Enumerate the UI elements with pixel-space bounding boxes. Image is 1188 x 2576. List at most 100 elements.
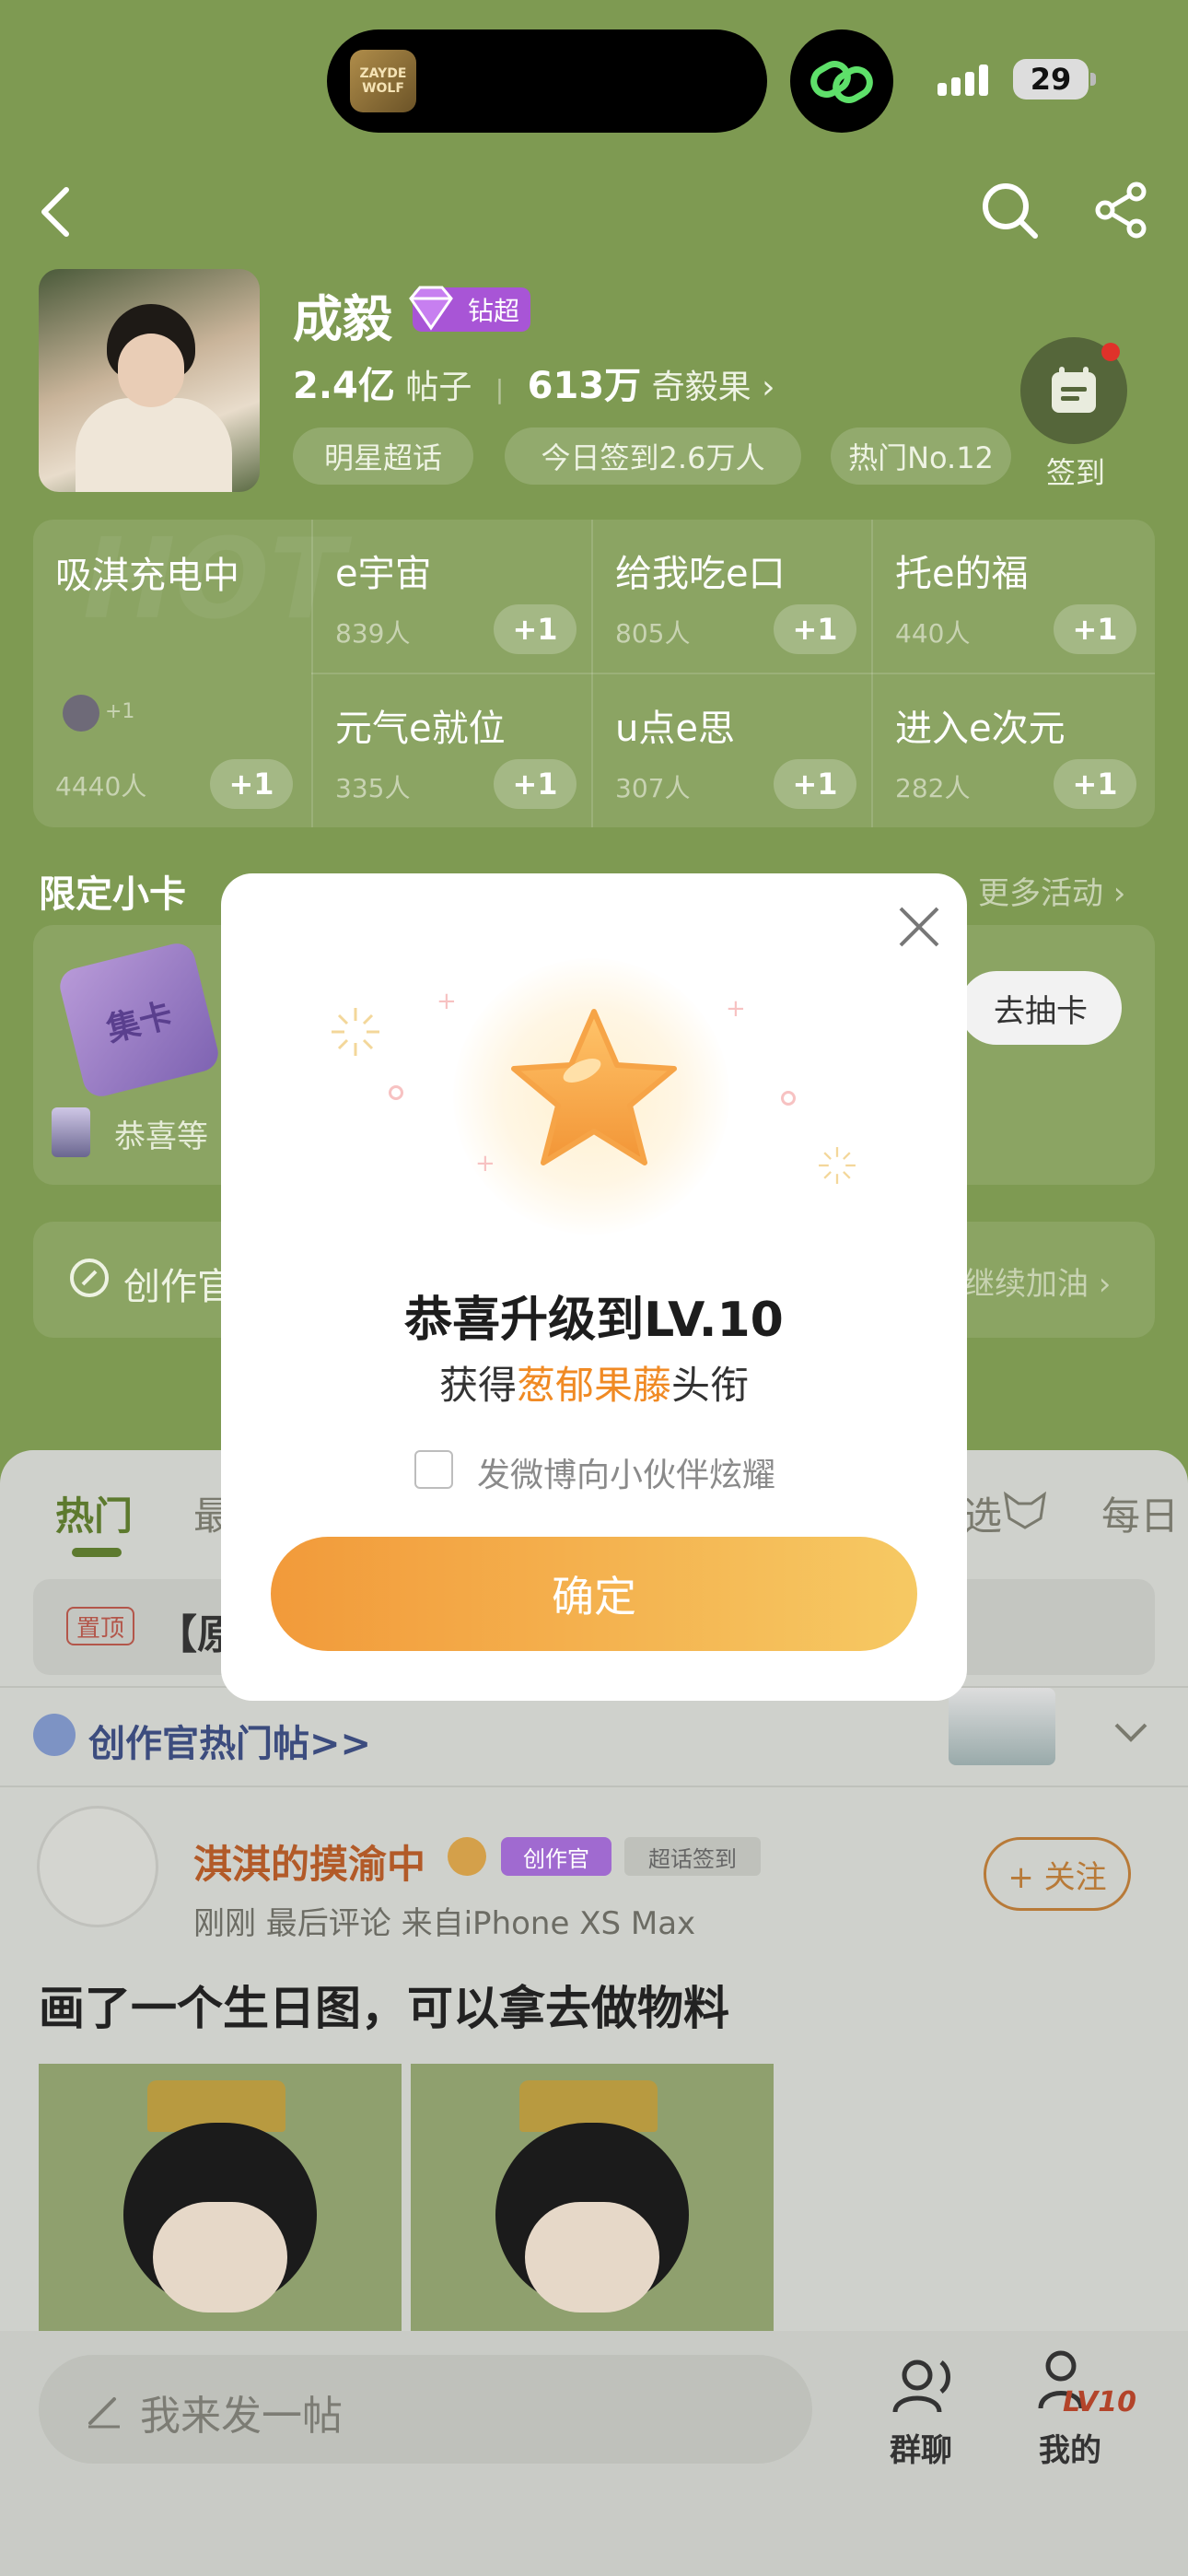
calendar-icon bbox=[1052, 367, 1096, 413]
pencil-icon bbox=[83, 2390, 123, 2434]
tag-signin-count[interactable]: 今日签到2.6万人 bbox=[505, 427, 801, 485]
search-icon[interactable] bbox=[976, 177, 1042, 243]
card-winner-thumb bbox=[52, 1107, 90, 1157]
signin-badge: 超话签到 bbox=[624, 1837, 761, 1876]
share-weibo-label[interactable]: 发微博向小伙伴炫耀 bbox=[477, 1448, 775, 1496]
share-weibo-checkbox[interactable] bbox=[414, 1450, 453, 1489]
fruits-count: 613万 bbox=[527, 365, 642, 407]
battery-indicator: 29 bbox=[1013, 59, 1089, 100]
tag-star-topic[interactable]: 明星超话 bbox=[293, 427, 473, 485]
group-title: e宇宙 bbox=[335, 553, 432, 595]
sparkle-plus-icon: + bbox=[437, 988, 457, 1015]
subtitle-suffix: 头衔 bbox=[671, 1363, 750, 1408]
join-plus-button[interactable]: +1 bbox=[494, 759, 577, 809]
group-chat-label[interactable]: 群聊 bbox=[890, 2425, 952, 2470]
member-avatar bbox=[63, 695, 99, 732]
sparkle-dot-icon bbox=[781, 1091, 796, 1106]
posts-label: 帖子 bbox=[405, 369, 472, 406]
sparkle-icon bbox=[816, 1144, 858, 1190]
join-plus-button[interactable]: +1 bbox=[1054, 604, 1136, 654]
creator-hot-icon bbox=[33, 1714, 76, 1756]
post-meta: 刚刚 最后评论 来自iPhone XS Max bbox=[193, 1905, 696, 1942]
join-plus-button[interactable]: +1 bbox=[210, 759, 293, 809]
now-playing-app-icon[interactable]: ZAYDE WOLF bbox=[350, 50, 416, 112]
celebrity-avatar[interactable] bbox=[39, 269, 260, 492]
group-cell[interactable]: 进入e次元 282人 +1 bbox=[873, 674, 1155, 827]
title-reward: 葱郁果藤 bbox=[516, 1363, 671, 1408]
join-plus-button[interactable]: +1 bbox=[774, 604, 856, 654]
share-icon[interactable] bbox=[1089, 177, 1155, 243]
join-plus-button[interactable]: +1 bbox=[494, 604, 577, 654]
chevron-down-icon[interactable] bbox=[1112, 1721, 1149, 1747]
post-image[interactable] bbox=[39, 2064, 402, 2336]
group-count: 335人 bbox=[335, 773, 411, 803]
group-cell[interactable]: 托e的福 440人 +1 bbox=[873, 520, 1155, 673]
group-count: 4440人 bbox=[55, 771, 147, 802]
confirm-button[interactable]: 确定 bbox=[271, 1537, 917, 1651]
group-cell[interactable]: e宇宙 839人 +1 bbox=[313, 520, 591, 673]
more-activities-link[interactable]: 更多活动 › bbox=[978, 868, 1125, 913]
post-title[interactable]: 画了一个生日图，可以拿去做物料 bbox=[39, 1972, 729, 2038]
fruits-link[interactable]: 奇毅果 › bbox=[652, 369, 775, 406]
creator-label: 创作官 bbox=[123, 1266, 234, 1308]
group-title: 托e的福 bbox=[895, 553, 1029, 595]
posts-count: 2.4亿 bbox=[293, 365, 395, 407]
pinned-tag: 置顶 bbox=[66, 1607, 134, 1645]
tag-hot-rank[interactable]: 热门No.12 bbox=[831, 427, 1011, 485]
draw-card-button[interactable]: 去抽卡 bbox=[960, 971, 1122, 1045]
section-divider bbox=[0, 1786, 1188, 1787]
back-arrow-icon[interactable] bbox=[28, 184, 83, 240]
group-count: 839人 bbox=[335, 618, 411, 649]
fox-icon bbox=[1002, 1491, 1048, 1535]
group-cell[interactable]: 给我吃e口 805人 +1 bbox=[593, 520, 871, 673]
mine-label[interactable]: 我的 bbox=[1039, 2425, 1101, 2470]
stats-divider: | bbox=[495, 374, 505, 404]
creator-hot-posts-link[interactable]: 创作官热门帖>> bbox=[88, 1714, 371, 1767]
group-count: 282人 bbox=[895, 773, 971, 803]
group-chat-icon[interactable] bbox=[890, 2353, 960, 2423]
tab-selected[interactable]: 选 bbox=[963, 1485, 1002, 1541]
join-plus-button[interactable]: +1 bbox=[1054, 759, 1136, 809]
group-count: 440人 bbox=[895, 618, 971, 649]
join-plus-button[interactable]: +1 bbox=[774, 759, 856, 809]
dialog-title: 恭喜升级到LV.10 bbox=[404, 1293, 784, 1348]
group-title: 进入e次元 bbox=[895, 708, 1066, 750]
follow-button[interactable]: + 关注 bbox=[984, 1837, 1131, 1911]
poster-name[interactable]: 淇淇的摸渝中 bbox=[193, 1833, 425, 1890]
creator-pen-icon bbox=[68, 1257, 111, 1303]
sparkle-icon bbox=[328, 1004, 383, 1063]
diamond-badge[interactable]: 钻超 bbox=[409, 286, 530, 332]
sparkle-plus-icon: + bbox=[726, 995, 746, 1023]
compose-placeholder: 我来发一帖 bbox=[140, 2393, 343, 2440]
card-winner-text: 恭喜等 bbox=[114, 1118, 208, 1155]
poster-avatar[interactable] bbox=[37, 1806, 158, 1927]
post-image[interactable] bbox=[411, 2064, 774, 2336]
group-count: 805人 bbox=[615, 618, 691, 649]
group-cell[interactable]: 元气e就位 335人 +1 bbox=[313, 674, 591, 827]
active-tab-indicator bbox=[72, 1548, 122, 1557]
link-icon[interactable] bbox=[790, 29, 893, 133]
group-title: 吸淇充电中 bbox=[55, 555, 239, 597]
collect-card-glyph: 集卡 bbox=[102, 996, 177, 1050]
close-icon[interactable] bbox=[893, 901, 945, 953]
creator-continue-link[interactable]: 继续加油 › bbox=[963, 1259, 1111, 1304]
topic-stats: 2.4亿 帖子 | 613万 奇毅果 › bbox=[293, 356, 775, 409]
sparkle-dot-icon bbox=[389, 1085, 403, 1100]
diamond-icon bbox=[409, 286, 453, 331]
topic-name: 成毅 bbox=[293, 290, 392, 348]
dialog-subtitle: 获得葱郁果藤头衔 bbox=[221, 1354, 967, 1411]
group-cell-hero[interactable]: 吸淇充电中 +1 4440人 +1 bbox=[33, 520, 311, 827]
group-count: 307人 bbox=[615, 773, 691, 803]
hot-post-thumbnail bbox=[949, 1688, 1055, 1765]
tab-daily[interactable]: 每日 bbox=[1101, 1485, 1179, 1541]
signin-label: 签到 bbox=[1046, 455, 1106, 490]
signal-icon bbox=[938, 63, 998, 103]
star-icon bbox=[507, 1004, 681, 1177]
signin-notification-dot bbox=[1101, 343, 1120, 361]
sparkle-plus-icon: + bbox=[475, 1150, 495, 1177]
subtitle-prefix: 获得 bbox=[438, 1363, 517, 1408]
group-cell[interactable]: u点e思 307人 +1 bbox=[593, 674, 871, 827]
tab-hot[interactable]: 热门 bbox=[55, 1485, 133, 1541]
member-plus: +1 bbox=[105, 700, 135, 723]
group-title: 元气e就位 bbox=[335, 708, 506, 750]
